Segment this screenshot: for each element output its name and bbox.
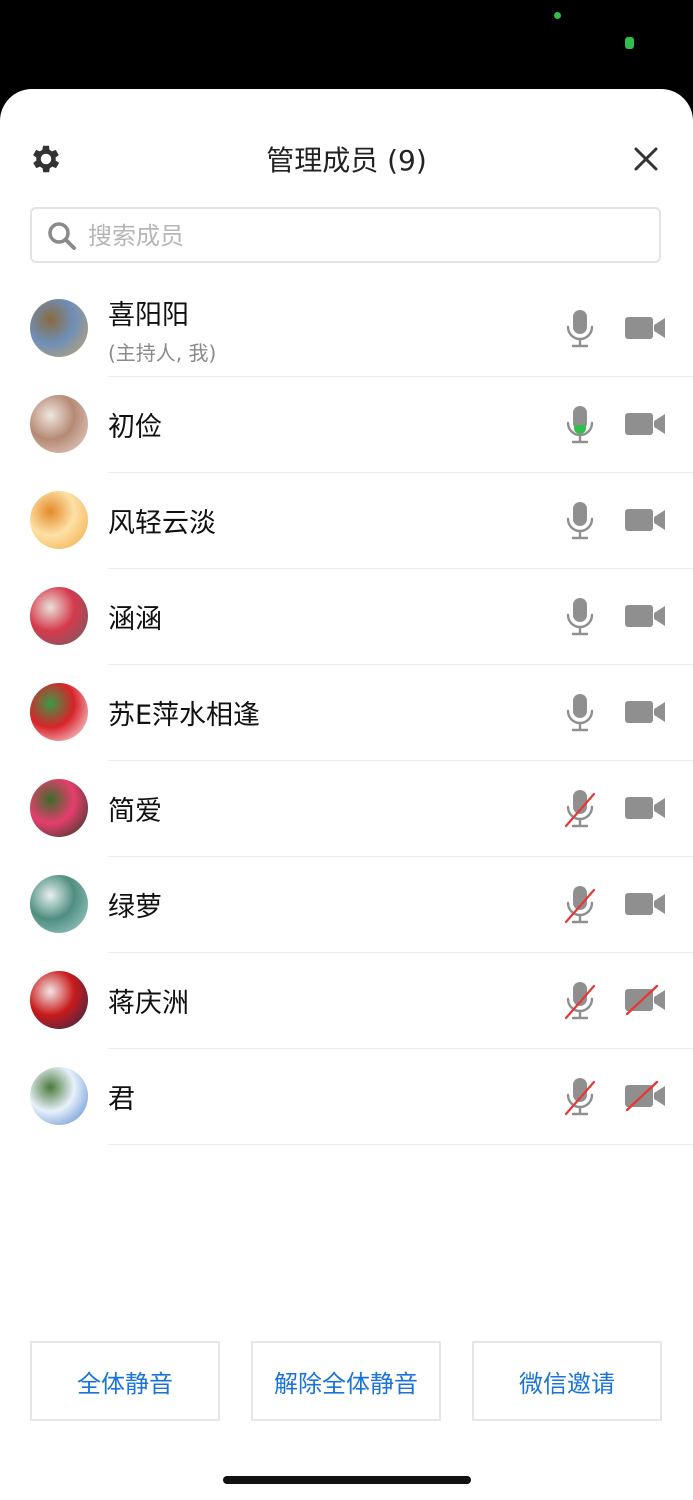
member-name: 涵涵	[108, 604, 162, 635]
member-name: 蒋庆洲	[108, 988, 189, 1019]
member-name: 简爱	[108, 796, 162, 827]
camera-icon[interactable]	[624, 793, 666, 823]
camera-off-icon[interactable]	[624, 1081, 666, 1111]
avatar	[30, 299, 88, 357]
mic-muted-icon[interactable]	[562, 1076, 598, 1118]
avatar	[30, 683, 88, 741]
search-box	[30, 207, 661, 263]
row-divider	[108, 1144, 693, 1145]
wechat-invite-button[interactable]: 微信邀请	[472, 1341, 662, 1421]
camera-icon[interactable]	[624, 697, 666, 727]
member-row[interactable]: 绿萝	[0, 857, 693, 953]
member-name: 苏E萍水相逢	[108, 700, 261, 731]
member-name: 君	[108, 1084, 135, 1115]
microphone-icon[interactable]	[562, 404, 598, 446]
mic-muted-icon[interactable]	[562, 788, 598, 830]
avatar	[30, 395, 88, 453]
member-row[interactable]: 蒋庆洲	[0, 953, 693, 1049]
member-role: (主持人, 我)	[108, 341, 217, 365]
page-title: 管理成员 (9)	[266, 144, 427, 177]
close-icon[interactable]	[630, 143, 662, 175]
avatar	[30, 875, 88, 933]
home-indicator	[223, 1476, 471, 1484]
avatar	[30, 1067, 88, 1125]
avatar	[30, 491, 88, 549]
mic-muted-icon[interactable]	[562, 884, 598, 926]
avatar	[30, 587, 88, 645]
microphone-icon[interactable]	[562, 692, 598, 734]
camera-icon[interactable]	[624, 313, 666, 343]
camera-icon[interactable]	[624, 889, 666, 919]
member-row[interactable]: 苏E萍水相逢	[0, 665, 693, 761]
member-name: 风轻云淡	[108, 508, 216, 539]
avatar	[30, 779, 88, 837]
status-indicator	[625, 37, 634, 49]
member-row[interactable]: 风轻云淡	[0, 473, 693, 569]
member-row[interactable]: 君	[0, 1049, 693, 1145]
member-list: 喜阳阳 (主持人, 我) 初俭 风轻云淡 涵涵 苏E萍水相逢 简爱 绿萝 蒋庆洲…	[0, 281, 693, 1145]
member-name: 初俭	[108, 412, 162, 443]
camera-icon[interactable]	[624, 505, 666, 535]
mute-all-button[interactable]: 全体静音	[30, 1341, 220, 1421]
camera-icon[interactable]	[624, 409, 666, 439]
member-name: 绿萝	[108, 892, 162, 923]
status-indicator-dot	[554, 12, 561, 19]
member-row[interactable]: 初俭	[0, 377, 693, 473]
member-row[interactable]: 喜阳阳 (主持人, 我)	[0, 281, 693, 377]
search-icon	[48, 222, 76, 250]
member-name: 喜阳阳	[108, 300, 189, 331]
member-row[interactable]: 涵涵	[0, 569, 693, 665]
mic-muted-icon[interactable]	[562, 980, 598, 1022]
microphone-icon[interactable]	[562, 500, 598, 542]
microphone-icon[interactable]	[562, 308, 598, 350]
camera-icon[interactable]	[624, 601, 666, 631]
member-row[interactable]: 简爱	[0, 761, 693, 857]
microphone-icon[interactable]	[562, 596, 598, 638]
avatar	[30, 971, 88, 1029]
member-management-sheet: 管理成员 (9) 喜阳阳 (主持人, 我) 初俭 风轻云淡	[0, 89, 693, 1500]
search-input[interactable]	[86, 217, 650, 255]
unmute-all-button[interactable]: 解除全体静音	[251, 1341, 441, 1421]
camera-off-icon[interactable]	[624, 985, 666, 1015]
